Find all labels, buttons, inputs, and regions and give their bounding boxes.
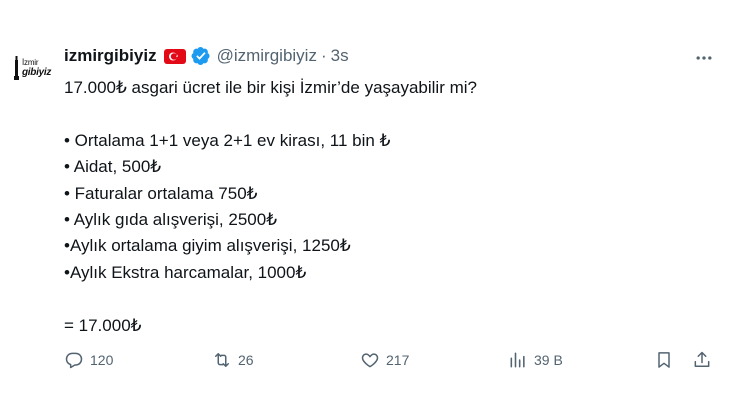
display-name[interactable]: izmirgibiyiz — [64, 46, 157, 66]
reply-count: 120 — [90, 352, 114, 368]
timestamp[interactable]: 3s — [331, 46, 349, 66]
like-button[interactable]: 217 — [360, 348, 409, 372]
tweet-line: = 17.000₺ — [64, 315, 142, 335]
views-count: 39 B — [534, 352, 563, 368]
reply-icon — [65, 352, 83, 369]
tweet-line: 17.000₺ asgari ücret ile bir kişi İzmir’… — [64, 78, 477, 97]
reply-button[interactable]: 120 — [64, 348, 113, 372]
more-icon — [696, 56, 712, 60]
share-icon — [694, 351, 710, 367]
views-icon — [510, 352, 525, 368]
bookmark-button[interactable] — [654, 348, 674, 372]
heart-icon — [361, 353, 379, 368]
tweet-line: • Aylık gıda alışverişi, 2500₺ — [64, 209, 278, 229]
handle[interactable]: @izmirgibiyiz — [217, 46, 317, 66]
views-button[interactable]: 39 B — [508, 348, 563, 372]
tower-icon — [14, 56, 19, 80]
tweet-text: 17.000₺ asgari ücret ile bir kişi İzmir’… — [64, 75, 704, 339]
tweet-header: izmirgibiyiz @izmirgibiyiz · 3s — [64, 44, 349, 68]
tweet-line: • Ortalama 1+1 veya 2+1 ev kirası, 11 bi… — [64, 130, 391, 150]
avatar-logo-text-top: İzmir — [22, 58, 39, 67]
repost-count: 26 — [238, 352, 254, 368]
turkey-flag-icon — [163, 48, 186, 64]
tweet-line: • Aidat, 500₺ — [64, 157, 162, 177]
repost-icon — [215, 353, 229, 367]
bookmark-icon — [658, 352, 670, 368]
avatar[interactable]: İzmir gibiyiz — [8, 46, 52, 90]
like-count: 217 — [386, 352, 410, 368]
more-button[interactable] — [690, 46, 718, 70]
tweet-line: •Aylık Ekstra harcamalar, 1000₺ — [64, 262, 307, 282]
tweet[interactable]: İzmir gibiyiz izmirgibiyiz @izmirgibiyiz… — [0, 0, 730, 420]
avatar-logo-text-bottom: gibiyiz — [22, 67, 52, 78]
tweet-line — [64, 286, 704, 312]
tweet-line: • Faturalar ortalama 750₺ — [64, 183, 258, 203]
tweet-line — [64, 101, 704, 127]
tweet-line: •Aylık ortalama giyim alışverişi, 1250₺ — [64, 236, 351, 256]
action-bar: 120 26 217 39 B — [64, 348, 718, 372]
share-button[interactable] — [692, 348, 712, 372]
separator-dot: · — [320, 46, 327, 65]
repost-button[interactable]: 26 — [212, 348, 254, 372]
verified-badge-icon — [191, 47, 210, 65]
